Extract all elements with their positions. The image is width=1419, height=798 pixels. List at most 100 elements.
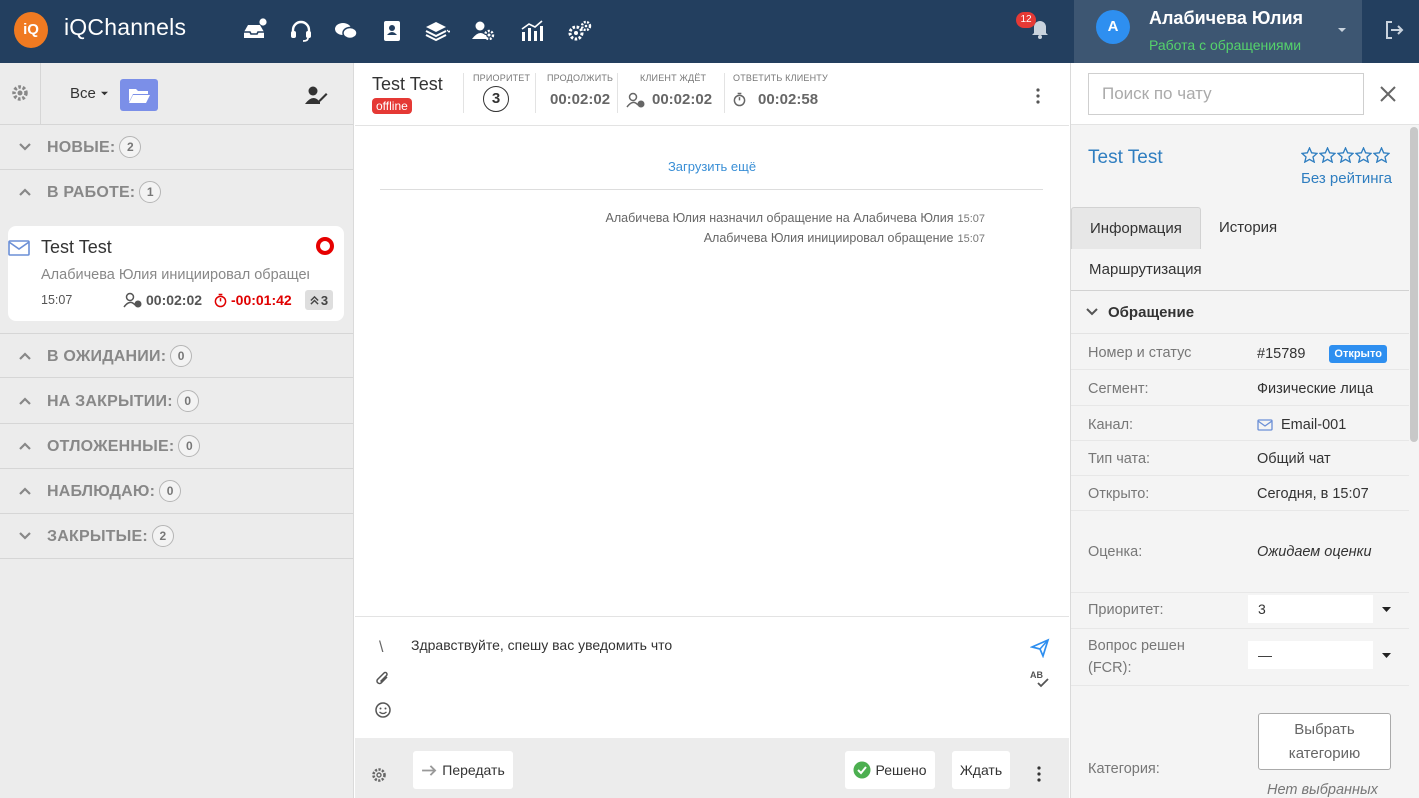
field-label: (FCR):	[1088, 660, 1132, 676]
section-waiting[interactable]: В ОЖИДАНИИ: 0	[0, 333, 353, 378]
emoji-icon[interactable]	[374, 701, 392, 719]
load-more-link[interactable]: Загрузить ещё	[355, 159, 1069, 174]
metric-priority-value[interactable]: 3	[483, 86, 509, 112]
composer-settings-gear-icon[interactable]	[370, 766, 388, 784]
chevron-down-icon	[100, 91, 108, 96]
section-in-work-count: 1	[139, 181, 162, 203]
metric-client-waits-value: 00:02:02	[652, 91, 713, 108]
headset-icon[interactable]	[288, 18, 314, 44]
chevron-up-icon	[19, 352, 31, 360]
quick-replies-slash-button[interactable]: \	[379, 639, 383, 657]
priority-select[interactable]: 3	[1248, 595, 1373, 623]
section-new[interactable]: НОВЫЕ: 2	[0, 125, 353, 170]
tab-history[interactable]: История	[1201, 207, 1295, 249]
fcr-select[interactable]: —	[1248, 641, 1373, 669]
chat-panel: Test Test offline ПРИОРИТЕТ 3 ПРОДОЛЖИТЬ…	[355, 63, 1069, 798]
info-client-name[interactable]: Test Test	[1088, 147, 1163, 169]
user-menu-caret-icon[interactable]	[1337, 26, 1347, 34]
tab-information[interactable]: Информация	[1071, 207, 1201, 249]
user-menu[interactable]: А Алабичева Юлия Работа с обращениями	[1074, 0, 1362, 63]
filter-dropdown[interactable]: Все	[70, 85, 109, 102]
field-label: Номер и статус	[1088, 345, 1192, 361]
star-outline-icon	[1355, 147, 1372, 163]
chevron-down-icon[interactable]	[1382, 653, 1391, 659]
section-closed[interactable]: ЗАКРЫТЫЕ: 2	[0, 514, 353, 559]
section-appeal[interactable]: Обращение	[1071, 291, 1409, 334]
close-icon[interactable]	[1379, 85, 1397, 103]
field-label: Тип чата:	[1088, 451, 1151, 467]
inbox-icon[interactable]	[241, 18, 267, 44]
chat-more-menu-icon[interactable]	[1035, 87, 1041, 105]
chat-client-name[interactable]: Test Test	[372, 74, 443, 95]
conversation-card[interactable]: Test Test Алабичева Юлия инициировал обр…	[8, 226, 344, 321]
metric-client-waits: КЛИЕНТ ЖДЁТ 00:02:02	[626, 73, 712, 108]
metric-answer-value: 00:02:58	[758, 91, 819, 108]
metric-client-waits-label: КЛИЕНТ ЖДЁТ	[640, 73, 707, 83]
section-postponed-count: 0	[178, 435, 201, 457]
field-value: Сегодня, в 15:07	[1257, 486, 1369, 502]
field-segment: Сегмент: Физические лица	[1071, 370, 1409, 406]
layers-icon[interactable]	[424, 18, 450, 44]
section-in-work-label: В РАБОТЕ:	[47, 184, 136, 202]
field-rating: Оценка: Ожидаем оценки	[1071, 511, 1409, 593]
folder-filter-button[interactable]	[120, 79, 158, 111]
spellcheck-icon[interactable]: AB	[1029, 669, 1051, 689]
conversations-toolbar: Все	[0, 63, 353, 125]
section-closing-label: НА ЗАКРЫТИИ:	[47, 393, 173, 411]
svg-text:AB: AB	[1030, 670, 1043, 680]
chat-search-bar	[1071, 63, 1419, 125]
field-label: Приоритет:	[1088, 602, 1164, 618]
settings-gears-icon[interactable]	[567, 18, 593, 44]
system-message-text: Алабичева Юлия назначил обращение на Ала…	[605, 211, 954, 225]
wait-button-label: Ждать	[959, 762, 1003, 778]
section-postponed-label: ОТЛОЖЕННЫЕ:	[47, 438, 175, 456]
resolved-button[interactable]: Решено	[845, 751, 935, 789]
info-panel: Test Test Без рейтинга Информация Истори…	[1070, 63, 1419, 798]
message-input[interactable]: Здравствуйте, спешу вас уведомить что	[411, 637, 672, 653]
top-bar: iQ iQChannels 12 А Алабичева Юлия Работа…	[0, 0, 1419, 63]
folder-open-icon	[129, 89, 150, 103]
contacts-book-icon[interactable]	[379, 18, 405, 44]
wait-button[interactable]: Ждать	[952, 751, 1010, 789]
analytics-icon[interactable]	[519, 18, 545, 44]
overdue-time-value: -00:01:42	[231, 292, 292, 308]
metric-continue: ПРОДОЛЖИТЬ 00:02:02	[547, 73, 613, 108]
send-icon[interactable]	[1030, 638, 1050, 658]
chats-icon[interactable]	[333, 18, 359, 44]
section-postponed[interactable]: ОТЛОЖЕННЫЕ: 0	[0, 424, 353, 469]
list-settings-gear-icon[interactable]	[10, 83, 30, 103]
conversation-time: 15:07	[41, 293, 73, 307]
info-panel-scrollbar[interactable]	[1410, 127, 1418, 442]
conversation-priority-badge: 3	[305, 290, 333, 310]
chevron-down-icon[interactable]	[1382, 607, 1391, 613]
section-closed-label: ЗАКРЫТЫЕ:	[47, 528, 148, 546]
transfer-button[interactable]: Передать	[413, 751, 513, 789]
section-watching[interactable]: НАБЛЮДАЮ: 0	[0, 469, 353, 514]
logout-icon[interactable]	[1382, 18, 1406, 42]
system-message: Алабичева Юлия инициировал обращение 15:0…	[704, 231, 985, 245]
header-divider	[724, 73, 725, 113]
client-waiting-icon	[626, 92, 645, 107]
assign-user-icon[interactable]	[304, 84, 328, 106]
rating-stars	[1301, 147, 1390, 163]
priority-chevrons-icon	[310, 295, 319, 305]
chat-search-input[interactable]	[1088, 73, 1364, 115]
notifications-count-badge: 12	[1016, 12, 1036, 28]
section-new-label: НОВЫЕ:	[47, 139, 116, 157]
chevron-up-icon	[19, 397, 31, 405]
section-in-work[interactable]: В РАБОТЕ: 1	[0, 170, 353, 215]
tab-routing[interactable]: Маршрутизация	[1071, 249, 1220, 291]
app-logo[interactable]: iQ	[14, 12, 48, 48]
actions-more-menu-icon[interactable]	[1036, 765, 1042, 783]
attach-file-icon[interactable]	[374, 670, 392, 688]
choose-category-button[interactable]: Выбрать категорию	[1258, 713, 1391, 770]
conversation-client-name: Test Test	[41, 237, 112, 257]
chevron-down-icon	[1086, 308, 1098, 316]
stopwatch-icon	[733, 92, 746, 107]
section-closing-count: 0	[176, 390, 199, 412]
no-categories-text: Нет выбранных	[1267, 782, 1378, 798]
chevron-down-icon	[19, 143, 31, 151]
field-number-status: Номер и статус #15789 Открыто	[1071, 335, 1409, 370]
users-settings-icon[interactable]	[470, 18, 496, 44]
section-closing[interactable]: НА ЗАКРЫТИИ: 0	[0, 379, 353, 424]
